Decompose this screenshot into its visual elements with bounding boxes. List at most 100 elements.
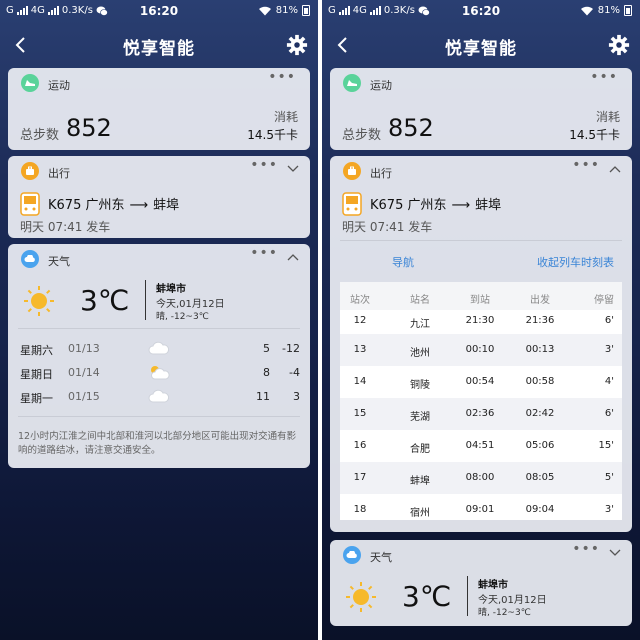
- table-cell: 芜湖: [410, 412, 430, 423]
- weather-alert: 12小时内江淮之间中北部和淮河以北部分地区可能出现对交通有影响的道路结冰，请注意…: [18, 431, 297, 456]
- train-icon: [342, 192, 362, 216]
- table-cell: 5': [604, 472, 614, 483]
- weather-description: 晴, -12~3℃: [156, 312, 209, 322]
- departure-time: 明天 07:41 发车: [342, 220, 433, 234]
- weather-card[interactable]: 天气 ••• 3℃ 蚌埠市 今天,01月12日 晴, -12~3℃ 星期六 01…: [8, 244, 310, 468]
- card-label: 运动: [48, 79, 70, 92]
- navigation-link[interactable]: 导航: [392, 254, 414, 270]
- more-dots-icon[interactable]: •••: [250, 157, 278, 173]
- table-row: 18 宿州 09:01 09:04 3': [340, 494, 622, 520]
- table-cell: 21:30: [465, 315, 495, 326]
- city-name: 蚌埠市: [156, 284, 186, 295]
- phone-screen-right: G 4G 0.3K/s 16:20 81% 悦享智能 运动 ••• 总步数 85…: [322, 0, 640, 640]
- gear-icon[interactable]: [286, 34, 308, 56]
- battery-percent: 81%: [597, 5, 620, 16]
- table-cell: 池州: [410, 348, 430, 359]
- table-cell: 00:13: [525, 344, 555, 355]
- table-row: 16 合肥 04:51 05:06 15': [340, 430, 622, 462]
- table-cell: 铜陵: [410, 380, 430, 391]
- sport-card[interactable]: 运动 ••• 总步数 852 消耗 14.5千卡: [330, 68, 632, 150]
- table-cell: 02:36: [465, 408, 495, 419]
- current-temperature: 3℃: [402, 580, 452, 613]
- train-route: K675 广州东 ⟶ 蚌埠: [370, 194, 501, 213]
- forecast-low: -12: [282, 342, 300, 355]
- card-label: 天气: [48, 255, 70, 268]
- forecast-date: 01/14: [68, 366, 100, 379]
- sport-card[interactable]: 运动 ••• 总步数 852 消耗 14.5千卡: [8, 68, 310, 150]
- table-cell: 16: [353, 440, 367, 451]
- table-cell: 09:04: [525, 504, 555, 515]
- wifi-icon: [258, 6, 271, 15]
- table-cell: 02:42: [525, 408, 555, 419]
- nav-bar: 悦享智能: [0, 28, 318, 62]
- current-temperature: 3℃: [80, 284, 130, 317]
- weather-description: 晴, -12~3℃: [478, 608, 531, 618]
- battery-percent: 81%: [275, 5, 298, 16]
- table-cell: 18: [353, 504, 367, 515]
- divider: [145, 280, 146, 320]
- forecast-date: 01/13: [68, 342, 100, 355]
- column-header: 出发: [530, 295, 550, 306]
- train-schedule-table[interactable]: 站次 站名 到站 出发 停留 12 九江 21:30 21:36 6' 13 池…: [340, 282, 622, 520]
- sun-icon: [24, 286, 54, 316]
- table-cell: 6': [604, 408, 614, 419]
- to-station: 蚌埠: [153, 198, 180, 213]
- steps-label: 总步数: [342, 128, 382, 143]
- partly-cloudy-icon: [151, 366, 170, 380]
- more-dots-icon[interactable]: •••: [572, 541, 600, 557]
- route-arrow: ⟶: [129, 198, 149, 213]
- status-bar: G 4G 0.3K/s 16:20 81%: [322, 0, 640, 22]
- more-dots-icon[interactable]: •••: [590, 69, 618, 85]
- page-title: 悦享智能: [123, 39, 195, 59]
- more-dots-icon[interactable]: •••: [572, 157, 600, 173]
- departure-time: 明天 07:41 发车: [20, 220, 111, 234]
- column-header: 站次: [350, 295, 370, 306]
- table-row: 14 铜陵 00:54 00:58 4': [340, 366, 622, 398]
- chevron-up-icon[interactable]: [608, 162, 622, 176]
- cloud-icon: [148, 389, 170, 403]
- table-header: 站次 站名 到站 出发 停留: [340, 282, 622, 310]
- status-bar: G 4G 0.3K/s 16:20 81%: [0, 0, 318, 22]
- to-station: 蚌埠: [475, 198, 502, 213]
- calorie-label: 消耗: [273, 110, 298, 124]
- table-cell: 17: [353, 472, 367, 483]
- divider: [340, 240, 622, 241]
- table-cell: 蚌埠: [410, 476, 430, 487]
- forecast-high: 5: [263, 342, 270, 355]
- weather-date: 今天,01月12日: [478, 595, 547, 606]
- travel-card[interactable]: 出行 ••• K675 广州东 ⟶ 蚌埠 明天 07:41 发车: [8, 156, 310, 238]
- train-icon: [20, 192, 40, 216]
- card-label: 出行: [48, 167, 70, 180]
- table-cell: 九江: [410, 319, 430, 330]
- steps-value: 852: [388, 114, 434, 142]
- more-dots-icon[interactable]: •••: [268, 69, 296, 85]
- chevron-down-icon[interactable]: [286, 162, 300, 176]
- table-cell: 15': [598, 440, 614, 451]
- phone-screen-left: G 4G 0.3K/s 16:20 81% 悦享智能 运动 ••• 总步数 85…: [0, 0, 318, 640]
- travel-card[interactable]: 出行 ••• K675 广州东 ⟶ 蚌埠 明天 07:41 发车 导航 收起列车时刻…: [330, 156, 632, 532]
- wifi-icon: [580, 6, 593, 15]
- table-row: 17 蚌埠 08:00 08:05 5': [340, 462, 622, 494]
- forecast-row: 星期日 01/14 8 -4: [8, 362, 310, 384]
- nav-bar: 悦享智能: [322, 28, 640, 62]
- table-row: 13 池州 00:10 00:13 3': [340, 334, 622, 366]
- forecast-row: 星期六 01/13 5 -12: [8, 338, 310, 360]
- table-cell: 05:06: [525, 440, 555, 451]
- battery-icon: [624, 5, 632, 16]
- gear-icon[interactable]: [608, 34, 630, 56]
- more-dots-icon[interactable]: •••: [250, 245, 278, 261]
- forecast-high: 11: [256, 390, 270, 403]
- suitcase-icon: [21, 162, 39, 180]
- forecast-day: 星期一: [20, 392, 53, 405]
- weather-card[interactable]: 天气 ••• 3℃ 蚌埠市 今天,01月12日 晴, -12~3℃: [330, 540, 632, 626]
- calorie-value: 14.5千卡: [569, 128, 620, 142]
- table-cell: 4': [604, 376, 614, 387]
- chevron-down-icon[interactable]: [608, 546, 622, 560]
- chevron-up-icon[interactable]: [286, 250, 300, 264]
- card-label: 天气: [370, 551, 392, 564]
- steps-label: 总步数: [20, 128, 60, 143]
- forecast-high: 8: [263, 366, 270, 379]
- collapse-schedule-link[interactable]: 收起列车时刻表: [537, 254, 614, 270]
- train-number: K675: [370, 198, 404, 213]
- calorie-value: 14.5千卡: [247, 128, 298, 142]
